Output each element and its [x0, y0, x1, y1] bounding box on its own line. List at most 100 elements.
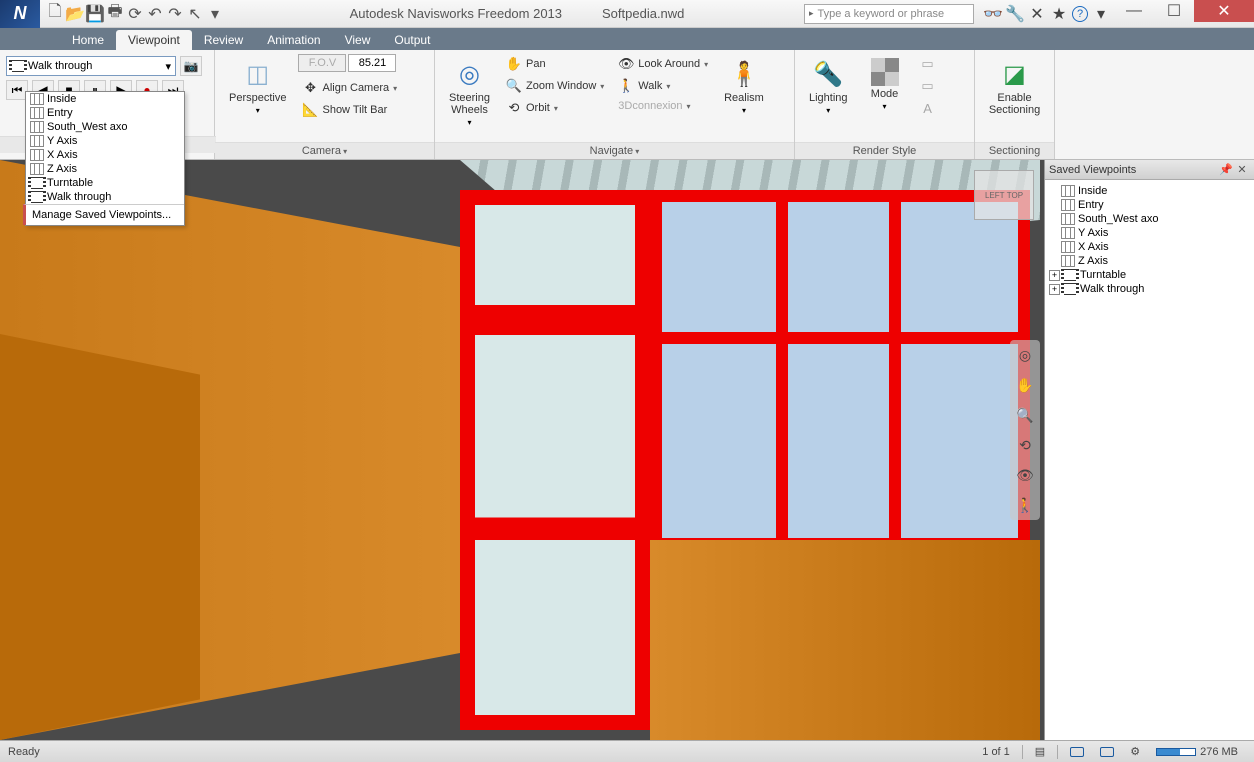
binoculars-icon[interactable]: 👓 [984, 5, 1002, 23]
fov-value-input[interactable] [348, 54, 396, 72]
panel-close-icon[interactable]: ✕ [1234, 162, 1250, 178]
group-label-camera[interactable]: Camera [215, 142, 434, 159]
steering-wheels-button[interactable]: ◎ Steering Wheels ▾ [443, 54, 496, 131]
separator [1057, 745, 1058, 759]
viewpoint-dropdown-item[interactable]: X Axis [26, 148, 184, 162]
maximize-button[interactable]: ☐ [1154, 0, 1194, 22]
search-input[interactable]: Type a keyword or phrase [804, 4, 974, 24]
enable-sectioning-button[interactable]: ◪ Enable Sectioning [983, 54, 1046, 120]
look-around-button[interactable]: 👁Look Around [614, 54, 712, 74]
3dconnexion-button[interactable]: 3Dconnexion [614, 98, 712, 114]
viewpoint-dropdown-item[interactable]: Z Axis [26, 162, 184, 176]
zoom-window-button[interactable]: 🔍Zoom Window [502, 76, 608, 96]
walk-button[interactable]: 🚶Walk [614, 76, 712, 96]
mode-button[interactable]: Mode ▾ [860, 54, 910, 115]
nav-look-icon[interactable]: 👁 [1014, 464, 1036, 486]
exchange-icon[interactable]: ✕ [1028, 5, 1046, 23]
sectioning-icon: ◪ [999, 58, 1031, 90]
nav-orbit-icon[interactable]: ⟲ [1014, 434, 1036, 456]
viewpoint-dropdown-item[interactable]: Turntable [26, 176, 184, 190]
tab-review[interactable]: Review [192, 30, 255, 50]
viewpoint-dropdown-item[interactable]: Walk through [26, 190, 184, 204]
tab-view[interactable]: View [333, 30, 383, 50]
nav-wheel-icon[interactable]: ◎ [1014, 344, 1036, 366]
viewpoint-dropdown-item[interactable]: Entry [26, 106, 184, 120]
saved-viewpoints-panel: Saved Viewpoints 📌 ✕ InsideEntrySouth_We… [1044, 160, 1254, 740]
tree-item-label: X Axis [1078, 241, 1109, 253]
close-button[interactable]: ✕ [1194, 0, 1254, 22]
show-tilt-button[interactable]: 📐Show Tilt Bar [298, 100, 401, 120]
tree-item[interactable]: +Walk through [1049, 282, 1250, 296]
pan-button[interactable]: ✋Pan [502, 54, 608, 74]
app-icon[interactable]: N [0, 0, 40, 28]
align-camera-button[interactable]: ✥Align Camera [298, 78, 401, 98]
dropdown-item-label: Turntable [47, 177, 93, 189]
tree-item[interactable]: Inside [1049, 184, 1250, 198]
tab-output[interactable]: Output [382, 30, 442, 50]
tab-animation[interactable]: Animation [255, 30, 332, 50]
ribbon-tabs: Home Viewpoint Review Animation View Out… [0, 28, 1254, 50]
select-icon[interactable]: ↖ [186, 5, 204, 23]
disk-icon [1070, 747, 1084, 757]
minimize-button[interactable]: — [1114, 0, 1154, 22]
new-icon[interactable]: 🗋 [46, 5, 64, 23]
redo-icon[interactable]: ↷ [166, 5, 184, 23]
scene-windows [650, 190, 1030, 550]
qat-more-icon[interactable]: ▾ [206, 5, 224, 23]
tree-item-label: South_West axo [1078, 213, 1159, 225]
expander-icon[interactable]: + [1049, 270, 1060, 281]
status-sheet-icon[interactable]: ▤ [1027, 745, 1053, 758]
panel-pin-icon[interactable]: 📌 [1218, 162, 1234, 178]
ribbon-group-render: 🔦 Lighting ▾ Mode ▾ ▭ ▭ A Render Style [795, 50, 975, 159]
tree-item[interactable]: +Turntable [1049, 268, 1250, 282]
perspective-button[interactable]: ◫ Perspective ▾ [223, 54, 292, 119]
quick-access-toolbar: 🗋 📂 💾 🖶 ⟳ ↶ ↷ ↖ ▾ [40, 5, 230, 23]
tree-item[interactable]: Y Axis [1049, 226, 1250, 240]
tree-item[interactable]: South_West axo [1049, 212, 1250, 226]
help-icon[interactable]: ? [1072, 6, 1088, 22]
key-icon[interactable]: 🔧 [1006, 5, 1024, 23]
help-dropdown-icon[interactable]: ▾ [1092, 5, 1110, 23]
print-icon[interactable]: 🖶 [106, 5, 124, 23]
tree-item[interactable]: Z Axis [1049, 254, 1250, 268]
panel-header: Saved Viewpoints 📌 ✕ [1045, 160, 1254, 180]
open-icon[interactable]: 📂 [66, 5, 84, 23]
ribbon-group-navigate: ◎ Steering Wheels ▾ ✋Pan 🔍Zoom Window ⟲O… [435, 50, 795, 159]
tree-item[interactable]: Entry [1049, 198, 1250, 212]
viewpoint-dropdown-item[interactable]: Y Axis [26, 134, 184, 148]
realism-button[interactable]: 🧍 Realism ▾ [718, 54, 770, 119]
tree-item[interactable]: X Axis [1049, 240, 1250, 254]
refresh-icon[interactable]: ⟳ [126, 5, 144, 23]
3d-viewport[interactable]: LEFT TOP ◎ ✋ 🔍 ⟲ 👁 🚶 [0, 160, 1044, 740]
nav-zoom-icon[interactable]: 🔍 [1014, 404, 1036, 426]
nav-pan-icon[interactable]: ✋ [1014, 374, 1036, 396]
manage-viewpoints-item[interactable]: Manage Saved Viewpoints... [23, 204, 184, 225]
save-viewpoint-button[interactable]: 📷 [180, 56, 202, 76]
expander-icon[interactable]: + [1049, 284, 1060, 295]
tab-viewpoint[interactable]: Viewpoint [116, 30, 192, 50]
undo-icon[interactable]: ↶ [146, 5, 164, 23]
viewcube[interactable]: LEFT TOP [974, 170, 1034, 220]
viewpoint-combo-value: Walk through [28, 60, 92, 72]
dropdown-item-label: Entry [47, 107, 73, 119]
render-opt2-button: ▭ [916, 76, 940, 96]
favorite-icon[interactable]: ★ [1050, 5, 1068, 23]
dropdown-item-label: Y Axis [47, 135, 77, 147]
vp-icon [1061, 213, 1075, 225]
tab-home[interactable]: Home [60, 30, 116, 50]
group-label-navigate[interactable]: Navigate [435, 142, 794, 159]
viewpoint-combo[interactable]: Walk through ▾ [6, 56, 176, 76]
save-icon[interactable]: 💾 [86, 5, 104, 23]
vp-icon [30, 93, 44, 105]
app-name: Autodesk Navisworks Freedom 2013 [350, 6, 562, 21]
dropdown-item-label: Walk through [47, 191, 111, 203]
look-icon: 👁 [618, 56, 634, 72]
vp-icon [1061, 185, 1075, 197]
chevron-down-icon: ▾ [826, 106, 830, 115]
lighting-button[interactable]: 🔦 Lighting ▾ [803, 54, 854, 119]
title-bar: N 🗋 📂 💾 🖶 ⟳ ↶ ↷ ↖ ▾ Autodesk Navisworks … [0, 0, 1254, 28]
viewpoint-dropdown-item[interactable]: South_West axo [26, 120, 184, 134]
orbit-button[interactable]: ⟲Orbit [502, 98, 608, 118]
nav-walk-icon[interactable]: 🚶 [1014, 494, 1036, 516]
viewpoint-dropdown-item[interactable]: Inside [26, 92, 184, 106]
